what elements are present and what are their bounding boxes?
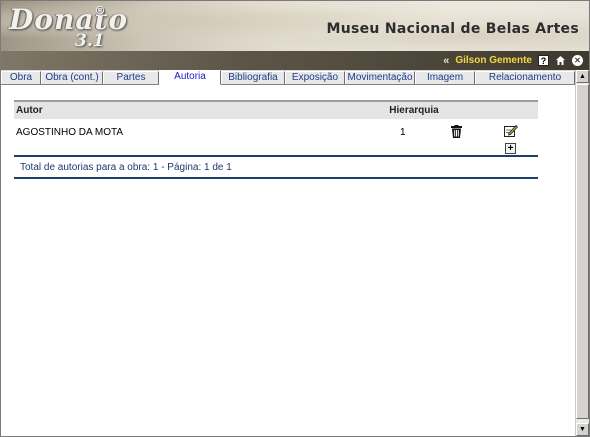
- close-icon[interactable]: ✕: [572, 55, 583, 66]
- main-content: Autor Hierarquia AGOSTINHO DA MOTA 1 + T…: [1, 86, 575, 436]
- tab-imagem[interactable]: Imagem: [415, 71, 475, 84]
- tab-obra[interactable]: Obra: [1, 71, 41, 84]
- vertical-scrollbar[interactable]: ▲ ▼: [575, 70, 589, 436]
- add-icon[interactable]: +: [505, 143, 516, 154]
- scroll-up-arrow-icon[interactable]: ▲: [576, 70, 589, 83]
- back-link[interactable]: «: [443, 55, 449, 67]
- tab-partes[interactable]: Partes: [103, 71, 159, 84]
- scroll-thumb[interactable]: [576, 84, 589, 419]
- logo-version: 3.1: [75, 31, 105, 51]
- user-bar: « Gilson Gemente ? ✕: [1, 51, 589, 70]
- cell-hierarquia: 1: [400, 127, 406, 138]
- registered-mark: ®: [96, 5, 105, 17]
- edit-icon[interactable]: [504, 124, 518, 137]
- user-name: Gilson Gemente: [455, 55, 532, 66]
- tab-bibliografia[interactable]: Bibliografia: [221, 71, 285, 84]
- tab-obra-cont[interactable]: Obra (cont.): [41, 71, 103, 84]
- footer-divider: [14, 177, 538, 179]
- table-header: Autor Hierarquia: [14, 100, 538, 119]
- column-header-autor: Autor: [16, 105, 43, 116]
- museum-title: Museu Nacional de Belas Artes: [326, 21, 579, 37]
- trash-icon[interactable]: [451, 125, 462, 138]
- tab-relacionamento[interactable]: Relacionamento: [475, 71, 575, 84]
- help-icon[interactable]: ?: [538, 55, 549, 66]
- cell-autor: AGOSTINHO DA MOTA: [16, 127, 124, 138]
- donato-logo: Donato: [9, 3, 129, 36]
- header-banner: Donato 3.1 ® Museu Nacional de Belas Art…: [1, 1, 589, 51]
- tab-movimentacao[interactable]: Movimentação: [345, 71, 415, 84]
- table-footer-summary: Total de autorias para a obra: 1 - Págin…: [20, 162, 232, 173]
- tab-autoria[interactable]: Autoria: [159, 70, 221, 85]
- scroll-down-arrow-icon[interactable]: ▼: [576, 423, 589, 436]
- autoria-table: Autor Hierarquia AGOSTINHO DA MOTA 1 + T…: [14, 100, 538, 179]
- tab-exposicao[interactable]: Exposição: [285, 71, 345, 84]
- column-header-hierarquia: Hierarquia: [389, 105, 439, 116]
- home-icon[interactable]: [555, 55, 566, 66]
- table-row: AGOSTINHO DA MOTA 1 +: [14, 119, 538, 155]
- tab-bar: Obra Obra (cont.) Partes Autoria Bibliog…: [1, 70, 575, 85]
